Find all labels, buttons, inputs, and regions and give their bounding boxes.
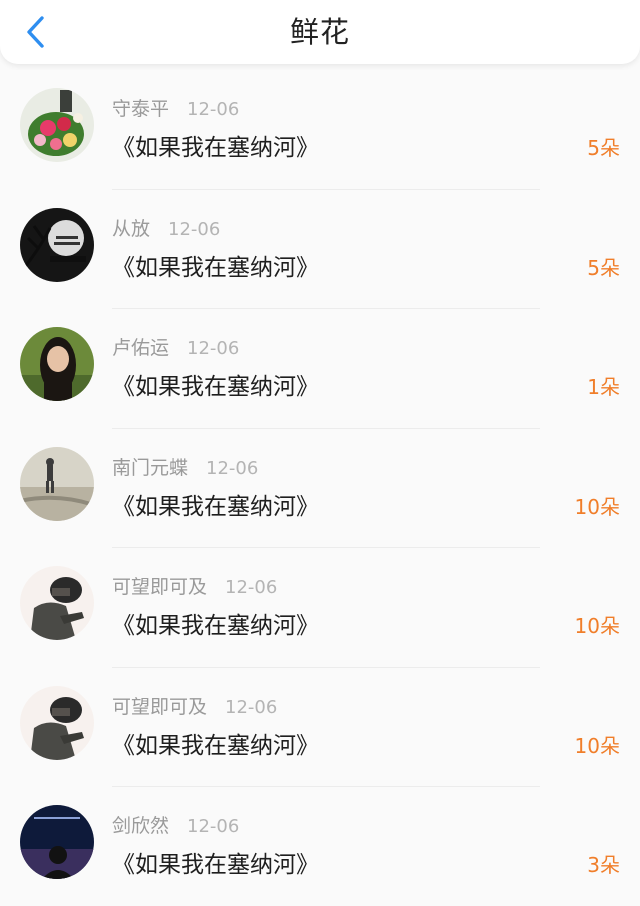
book-title[interactable]: 《如果我在塞纳河》 — [112, 487, 319, 521]
gift-list: 守泰平 12-06 《如果我在塞纳河》 5朵 从放 12-06 《如果我在塞纳河… — [0, 70, 640, 906]
list-item[interactable]: 剑欣然 12-06 《如果我在塞纳河》 3朵 — [0, 787, 640, 906]
gift-date: 12-06 — [225, 577, 278, 598]
flower-count: 5朵 — [587, 255, 620, 280]
flowers-screen: 鲜花 守泰平 12-06 《如果我在塞纳河》 5朵 从放 12-06 《如果我在… — [0, 0, 640, 906]
flower-count: 10朵 — [574, 733, 620, 758]
gift-meta: 剑欣然 12-06 — [112, 811, 239, 838]
gift-date: 12-06 — [187, 338, 240, 359]
book-title[interactable]: 《如果我在塞纳河》 — [112, 726, 319, 760]
flower-count: 3朵 — [587, 853, 620, 877]
gift-meta: 可望即可及 12-06 — [112, 692, 277, 719]
gift-date: 12-06 — [225, 696, 278, 718]
username[interactable]: 守泰平 — [112, 98, 169, 120]
nav-bar: 鲜花 — [0, 0, 640, 64]
list-item[interactable]: 可望即可及 12-06 《如果我在塞纳河》 10朵 — [0, 548, 640, 668]
gift-meta: 南门元蝶 12-06 — [112, 453, 258, 480]
list-item[interactable]: 可望即可及 12-06 《如果我在塞纳河》 10朵 — [0, 668, 640, 787]
gift-meta: 卢佑运 12-06 — [112, 333, 239, 360]
book-title[interactable]: 《如果我在塞纳河》 — [112, 845, 319, 879]
gift-date: 12-06 — [187, 816, 240, 837]
book-title[interactable]: 《如果我在塞纳河》 — [112, 367, 319, 401]
list-item[interactable]: 南门元蝶 12-06 《如果我在塞纳河》 10朵 — [0, 429, 640, 548]
list-item[interactable]: 卢佑运 12-06 《如果我在塞纳河》 1朵 — [0, 309, 640, 429]
gift-meta: 守泰平 12-06 — [112, 94, 239, 121]
page-title: 鲜花 — [289, 15, 350, 49]
list-item[interactable]: 守泰平 12-06 《如果我在塞纳河》 5朵 — [0, 70, 640, 190]
happy-halloween-avatar[interactable] — [20, 207, 94, 282]
book-title[interactable]: 《如果我在塞纳河》 — [112, 606, 319, 640]
helmet-rider-avatar[interactable] — [20, 685, 94, 760]
username[interactable]: 南门元蝶 — [112, 457, 188, 479]
book-title[interactable]: 《如果我在塞纳河》 — [112, 128, 319, 162]
gift-date: 12-06 — [168, 218, 221, 240]
beach-figure-avatar[interactable] — [20, 446, 94, 521]
flower-count: 1朵 — [587, 375, 620, 399]
list-item[interactable]: 从放 12-06 《如果我在塞纳河》 5朵 — [0, 190, 640, 309]
book-title[interactable]: 《如果我在塞纳河》 — [112, 248, 319, 282]
gift-date: 12-06 — [187, 99, 240, 120]
flower-count: 10朵 — [574, 614, 620, 638]
flower-bouquet-avatar[interactable] — [20, 88, 94, 162]
gift-meta: 从放 12-06 — [112, 214, 220, 241]
flower-count: 5朵 — [587, 136, 620, 160]
username[interactable]: 可望即可及 — [112, 696, 207, 718]
username[interactable]: 剑欣然 — [112, 815, 169, 837]
gift-meta: 可望即可及 12-06 — [112, 572, 277, 599]
girl-portrait-avatar[interactable] — [20, 327, 94, 401]
username[interactable]: 从放 — [112, 218, 150, 240]
flower-count: 10朵 — [574, 494, 620, 519]
night-sky-avatar[interactable] — [20, 805, 94, 879]
username[interactable]: 卢佑运 — [112, 337, 169, 359]
username[interactable]: 可望即可及 — [112, 576, 207, 598]
gift-date: 12-06 — [206, 457, 259, 479]
helmet-rider-avatar[interactable] — [20, 566, 94, 640]
